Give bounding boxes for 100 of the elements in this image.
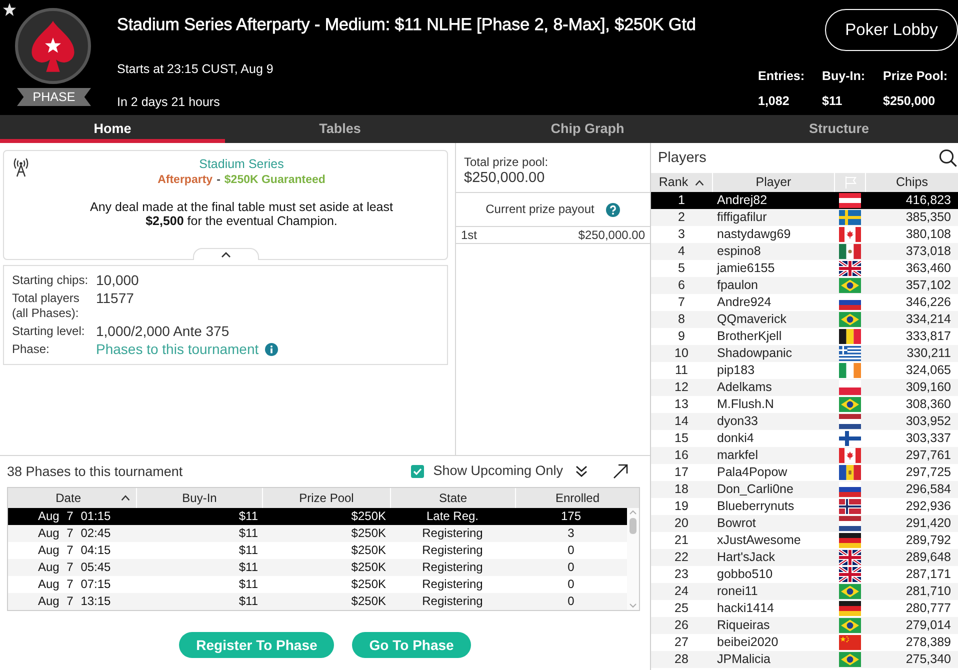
player-name-cell-text: JPMalicia <box>716 651 772 668</box>
player-row[interactable]: 26 Riqueiras 279,014 <box>651 617 958 634</box>
player-row[interactable]: 12 Adelkams 309,160 <box>651 379 958 396</box>
phase-row[interactable]: Aug 7 02:45 $11 $250K Registering 3 <box>8 525 627 542</box>
antenna-icon <box>13 157 29 177</box>
prize-pool-cell-text: $250K <box>350 593 387 610</box>
tournament-title: Stadium Series Afterparty - Medium: $11 NLHE [Phase 2, 8-Max], $250K Gtd <box>117 14 696 36</box>
chip-count-cell-text: 363,460 <box>904 260 952 277</box>
player-row[interactable]: 2 fiffigafilur 385,350 <box>651 209 958 226</box>
player-row[interactable]: 16 markfel 297,761 <box>651 447 958 464</box>
stat-label: Prize Pool: <box>883 68 948 84</box>
player-name-cell-text: ronei11 <box>716 583 759 600</box>
tab[interactable]: Tables <box>225 115 455 143</box>
phase-row[interactable]: Aug 7 01:15 $11 $250K Late Reg. 175 <box>8 508 627 525</box>
player-row[interactable]: 1 Andrej82 416,823 <box>651 192 958 209</box>
player-row[interactable]: 14 dyon33 303,952 <box>651 413 958 430</box>
player-row[interactable]: 22 Hart'sJack 289,648 <box>651 549 958 566</box>
state-cell-text: Registering <box>421 559 484 576</box>
rank-cell-text: 6 <box>677 277 686 294</box>
player-row[interactable]: 7 Andre924 346,226 <box>651 294 958 311</box>
notice-message: Any deal made at the final table must set aside at least $2,500 for the eventual Champion. <box>89 200 394 228</box>
phase-row[interactable]: Aug 7 07:15 $11 $250K Registering 0 <box>8 576 627 593</box>
player-name-cell-text: donki4 <box>716 430 755 447</box>
chip-count-cell-text: 287,171 <box>904 566 952 583</box>
player-row[interactable]: 10 Shadowpanic 330,211 <box>651 345 958 362</box>
rank-cell-text: 24 <box>674 583 690 600</box>
rank-cell-text: 3 <box>677 226 686 243</box>
chip-count-cell-text: 385,350 <box>904 209 952 226</box>
rank-cell-text: 23 <box>674 566 690 583</box>
player-name-cell-text: Hart'sJack <box>716 549 776 566</box>
column-header[interactable]: Date <box>8 488 136 508</box>
chip-count-cell-text: 380,108 <box>904 226 952 243</box>
enrolled-cell-text: 0 <box>566 542 576 559</box>
tab[interactable]: Structure <box>720 115 958 143</box>
info-icon[interactable] <box>264 343 278 356</box>
rank-cell-text: 12 <box>674 379 690 396</box>
collapse-button[interactable] <box>192 248 258 260</box>
poker-lobby-button[interactable]: Poker Lobby <box>825 9 958 51</box>
phases-count-title: 38 Phases to this tournament <box>7 464 183 481</box>
tab[interactable]: Chip Graph <box>455 115 720 143</box>
rank-cell-text: 27 <box>674 634 690 651</box>
player-name-cell-text: Blueberrynuts <box>716 498 796 515</box>
rank-cell-text: 19 <box>674 498 690 515</box>
checkbox[interactable] <box>411 465 424 478</box>
player-row[interactable]: 19 Blueberrynuts 292,936 <box>651 498 958 515</box>
player-row[interactable]: 17 Pala4Popow 297,725 <box>651 464 958 481</box>
players-title: Players <box>658 148 706 168</box>
subtitle-text: - <box>216 173 220 188</box>
player-row[interactable]: 24 ronei11 281,710 <box>651 583 958 600</box>
player-row[interactable]: 6 fpaulon 357,102 <box>651 277 958 294</box>
player-name-cell-text: xJustAwesome <box>716 532 802 549</box>
chip-count-cell-text: 324,065 <box>904 362 952 379</box>
tab[interactable]: Home <box>0 115 225 143</box>
player-row[interactable]: 21 xJustAwesome 289,792 <box>651 532 958 549</box>
player-row[interactable]: 4 espino8 373,018 <box>651 243 958 260</box>
buy-in-cell-text: $11 <box>238 593 259 610</box>
state-cell-text: Registering <box>421 576 484 593</box>
prize-pool-cell-text: $250K <box>350 559 387 576</box>
stat-value: 1,082 <box>758 93 790 109</box>
player-name-cell-text: espino8 <box>716 243 762 260</box>
player-row[interactable]: 18 Don_Carli0ne 296,584 <box>651 481 958 498</box>
stat-value: $11 <box>822 93 844 109</box>
state-cell-text: Late Reg. <box>425 508 480 525</box>
help-icon[interactable] <box>606 202 620 216</box>
phase-row[interactable]: Aug 7 05:45 $11 $250K Registering 0 <box>8 559 627 576</box>
phase-ribbon: PHASE <box>17 88 91 106</box>
detail-label: Starting level: <box>12 324 86 339</box>
rank-cell-text: 9 <box>677 328 686 345</box>
rank-cell-text: 16 <box>674 447 690 464</box>
player-row[interactable]: 20 Bowrot 291,420 <box>651 515 958 532</box>
scrollbar[interactable] <box>627 508 639 610</box>
state-cell-text: Registering <box>421 593 484 610</box>
phase-row[interactable]: Aug 7 04:15 $11 $250K Registering 0 <box>8 542 627 559</box>
double-chevron-down-icon[interactable] <box>575 465 588 478</box>
player-row[interactable]: 15 donki4 303,337 <box>651 430 958 447</box>
chip-count-cell-text: 309,160 <box>904 379 952 396</box>
arrow-up-right-icon[interactable] <box>613 464 628 479</box>
player-name-cell-text: beibei2020 <box>716 634 780 651</box>
player-row[interactable]: 9 BrotherKjell 333,817 <box>651 328 958 345</box>
player-name-cell-text: Adelkams <box>716 379 773 396</box>
player-row[interactable]: 8 QQmaverick 334,214 <box>651 311 958 328</box>
detail-label: Starting chips: <box>12 273 90 288</box>
rank-cell-text: 20 <box>674 515 690 532</box>
player-row[interactable]: 28 JPMalicia 275,340 <box>651 651 958 668</box>
player-row[interactable]: 27 beibei2020 278,389 <box>651 634 958 651</box>
player-row[interactable]: 25 hacki1414 280,777 <box>651 600 958 617</box>
column-header[interactable]: Rank <box>651 173 712 192</box>
star-icon[interactable] <box>3 3 16 16</box>
payout-amount: $250,000.00 <box>578 227 645 243</box>
rank-cell-text: 18 <box>674 481 690 498</box>
payout-title: Current prize payout <box>486 202 594 217</box>
search-icon[interactable] <box>939 149 957 167</box>
player-row[interactable]: 11 pip183 324,065 <box>651 362 958 379</box>
subtitle-text: $250K Guaranteed <box>224 173 326 188</box>
chip-count-cell-text: 346,226 <box>904 294 952 311</box>
phase-row[interactable]: Aug 7 13:15 $11 $250K Registering 0 <box>8 593 627 610</box>
buy-in-cell-text: $11 <box>238 508 259 525</box>
player-row[interactable]: 13 M.Flush.N 308,360 <box>651 396 958 413</box>
player-row[interactable]: 3 nastydawg69 380,108 <box>651 226 958 243</box>
prize-pool-cell-text: $250K <box>350 508 387 525</box>
